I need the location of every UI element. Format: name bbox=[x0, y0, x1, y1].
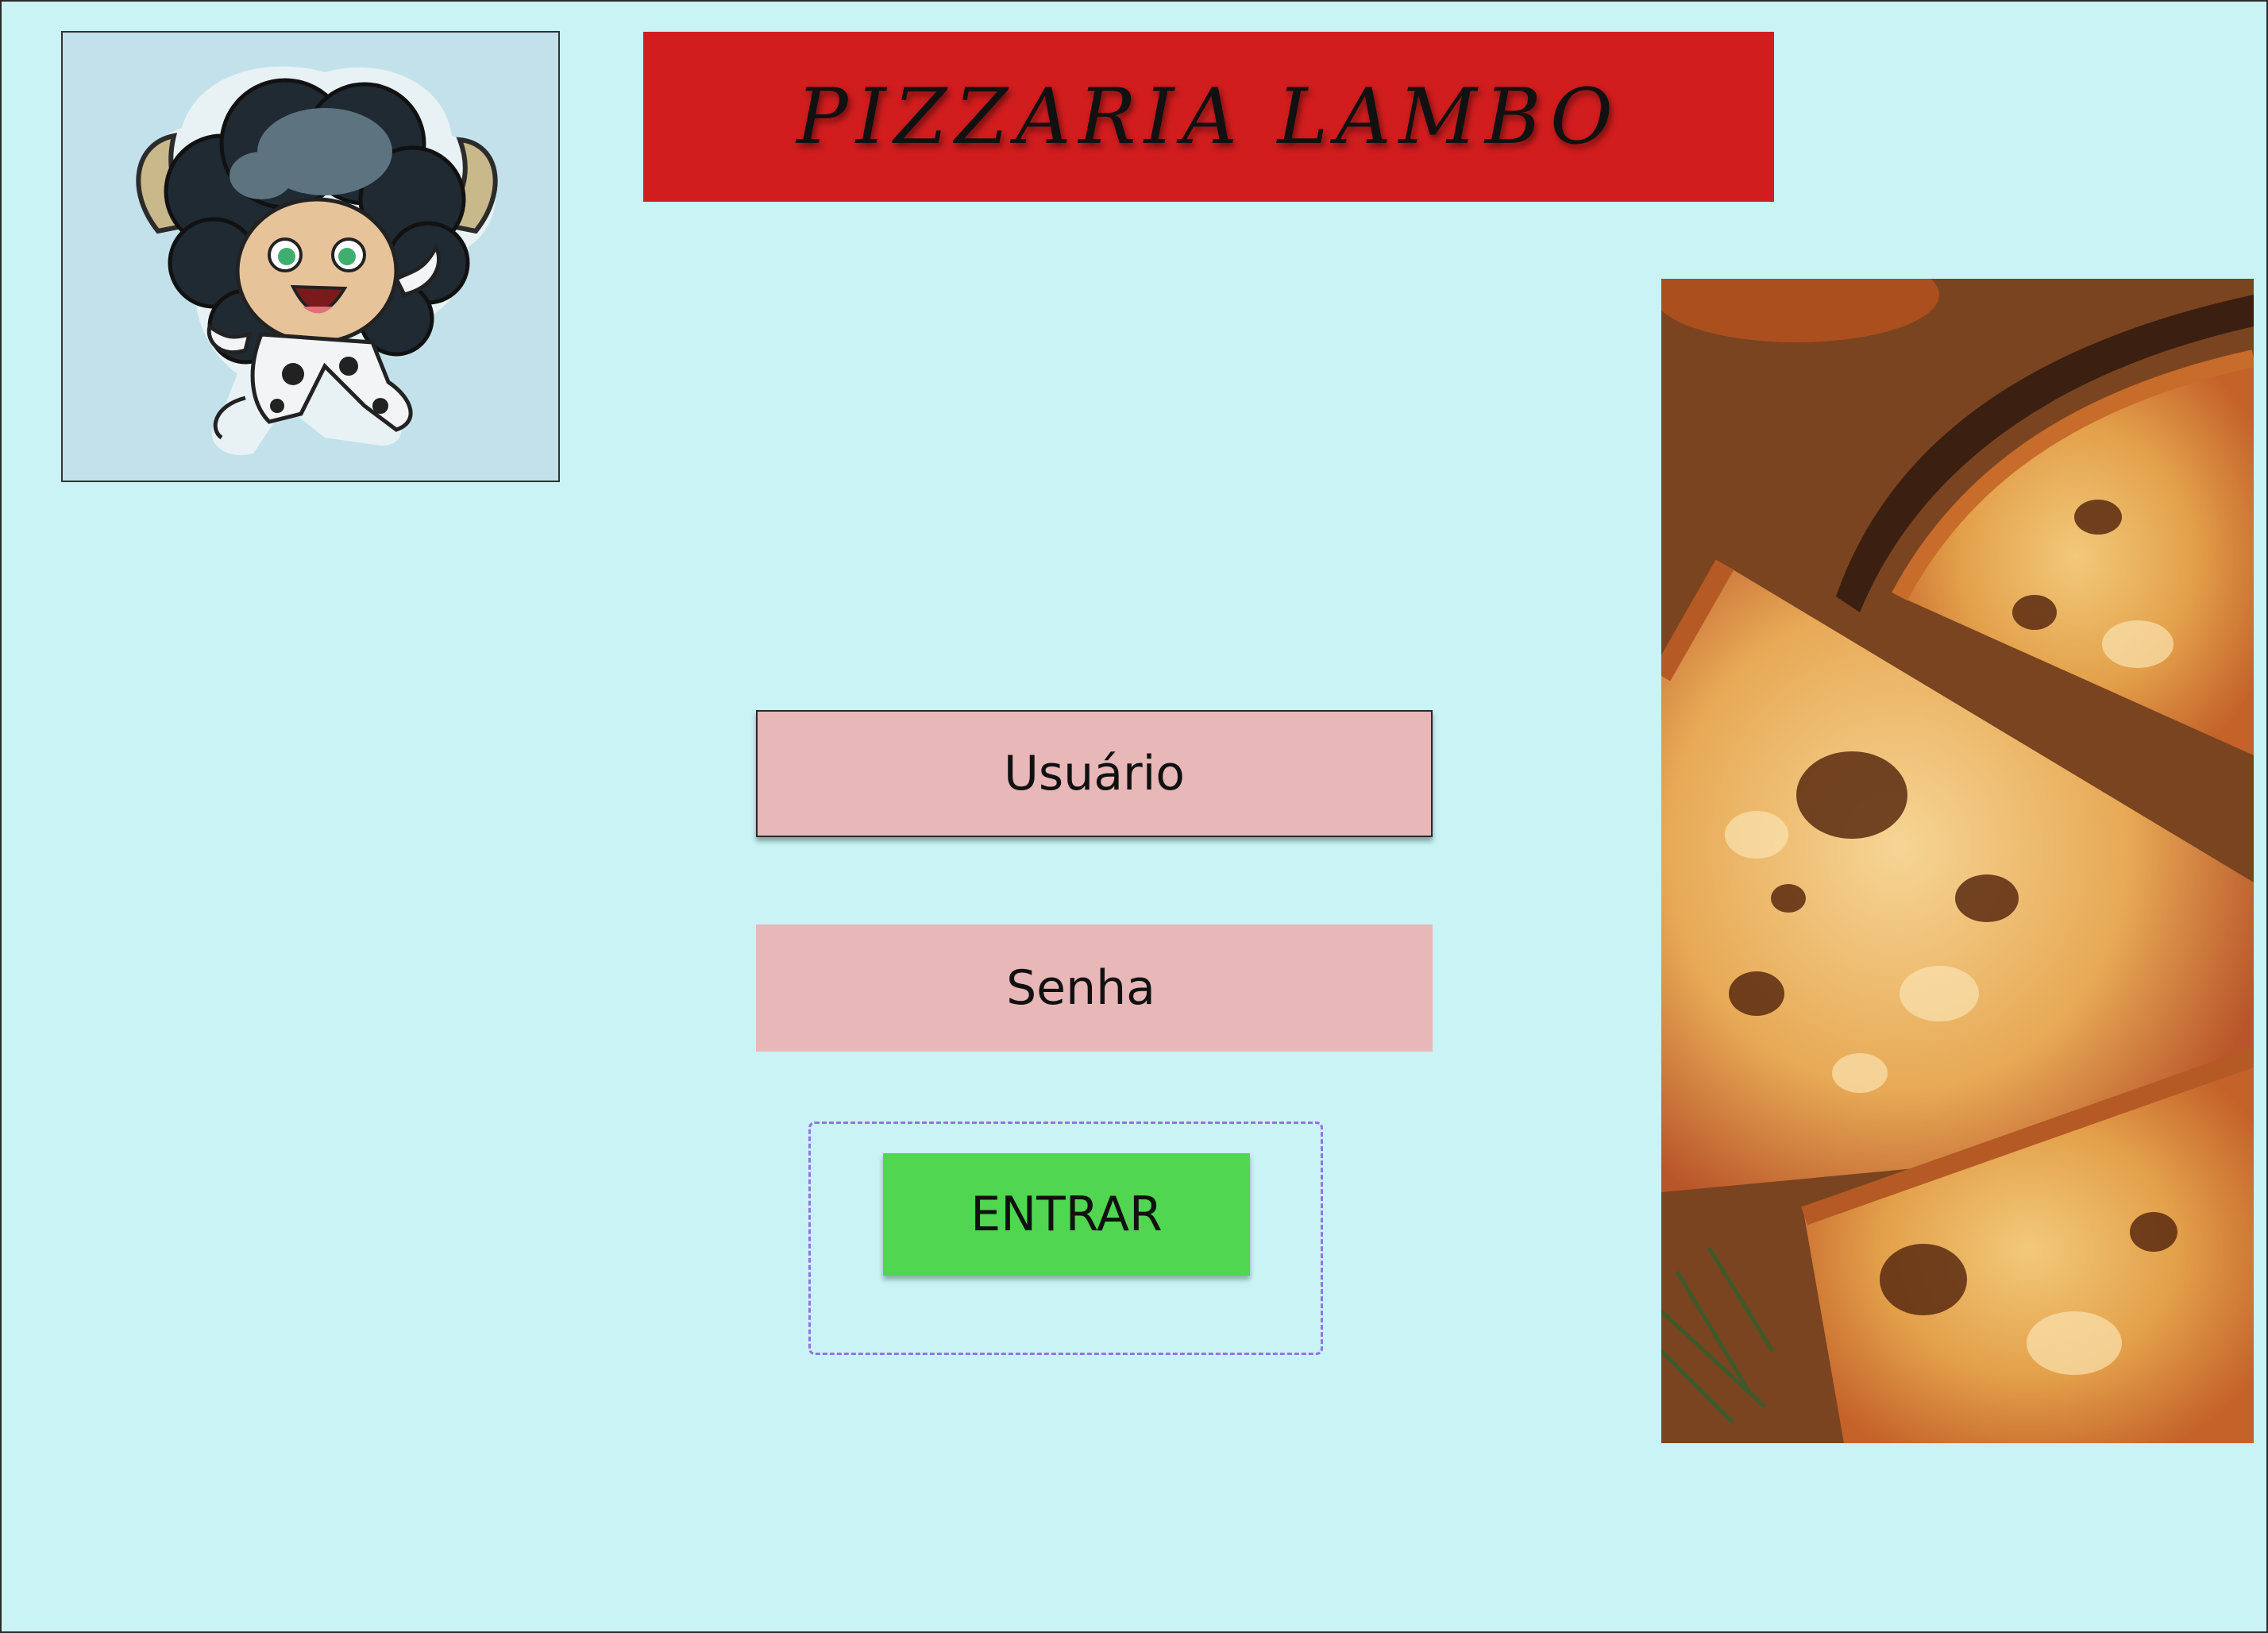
pizza-photo bbox=[1661, 279, 2254, 1443]
login-screen: PIZZARIA LAMBO Usuário Senha ENTRAR bbox=[0, 0, 2268, 1633]
header-banner: PIZZARIA LAMBO bbox=[643, 32, 1774, 202]
password-label: Senha bbox=[1006, 960, 1155, 1016]
logo bbox=[61, 31, 560, 482]
enter-button[interactable]: ENTRAR bbox=[883, 1153, 1250, 1276]
password-field[interactable]: Senha bbox=[756, 925, 1433, 1052]
page-title: PIZZARIA LAMBO bbox=[796, 72, 1621, 161]
username-label: Usuário bbox=[1003, 746, 1186, 801]
username-field[interactable]: Usuário bbox=[756, 710, 1433, 837]
enter-button-label: ENTRAR bbox=[970, 1187, 1163, 1242]
cow-costume-character-icon bbox=[136, 66, 498, 455]
